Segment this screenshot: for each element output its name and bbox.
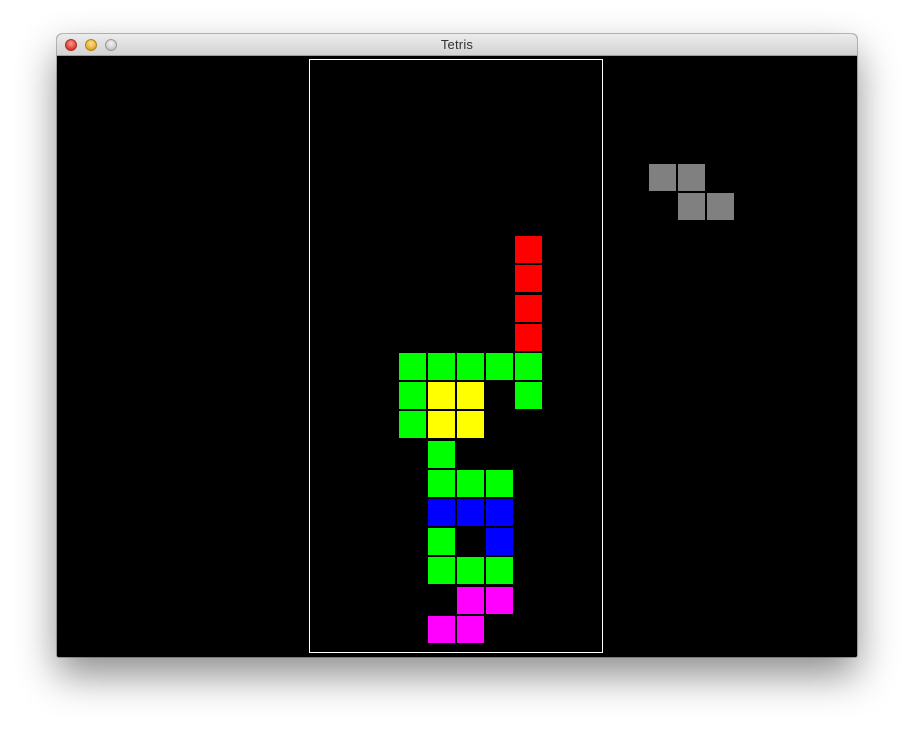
- board-block-green: [397, 410, 427, 440]
- next-piece-block: [648, 163, 677, 192]
- game-board: [309, 59, 603, 653]
- board-block-yellow: [426, 381, 456, 411]
- board-block-green: [485, 468, 515, 498]
- next-piece-preview: [648, 163, 736, 223]
- board-block-green: [456, 556, 485, 586]
- board-block-green: [426, 527, 456, 557]
- board-block-blue: [485, 498, 515, 527]
- board-block-green: [426, 556, 456, 586]
- board-block-green: [514, 352, 544, 381]
- board-block-green: [456, 468, 485, 498]
- board-block-green: [456, 352, 485, 381]
- board-block-red: [514, 264, 544, 294]
- next-piece-block: [677, 163, 707, 192]
- board-block-green: [397, 352, 427, 381]
- board-block-magenta: [426, 614, 456, 644]
- board-block-red: [514, 293, 544, 323]
- board-block-green: [397, 381, 427, 411]
- app-window: Tetris: [57, 34, 857, 657]
- board-block-magenta: [485, 585, 515, 615]
- board-block-green: [485, 352, 515, 381]
- game-canvas[interactable]: [57, 56, 857, 657]
- board-block-green: [514, 381, 544, 411]
- board-block-green: [485, 556, 515, 586]
- board-block-yellow: [456, 381, 485, 411]
- board-block-yellow: [426, 410, 456, 440]
- board-block-blue: [426, 498, 456, 527]
- next-piece-block: [677, 192, 707, 222]
- window-title: Tetris: [440, 37, 474, 52]
- board-block-red: [514, 235, 544, 265]
- board-block-green: [426, 439, 456, 469]
- board-block-yellow: [456, 410, 485, 440]
- board-block-blue: [456, 498, 485, 527]
- board-block-magenta: [456, 585, 485, 615]
- board-block-blue: [485, 527, 515, 557]
- board-block-green: [426, 468, 456, 498]
- board-block-magenta: [456, 614, 485, 644]
- title-bar[interactable]: Tetris: [57, 34, 857, 56]
- board-block-red: [514, 322, 544, 352]
- next-piece-block: [706, 192, 736, 222]
- board-block-green: [426, 352, 456, 381]
